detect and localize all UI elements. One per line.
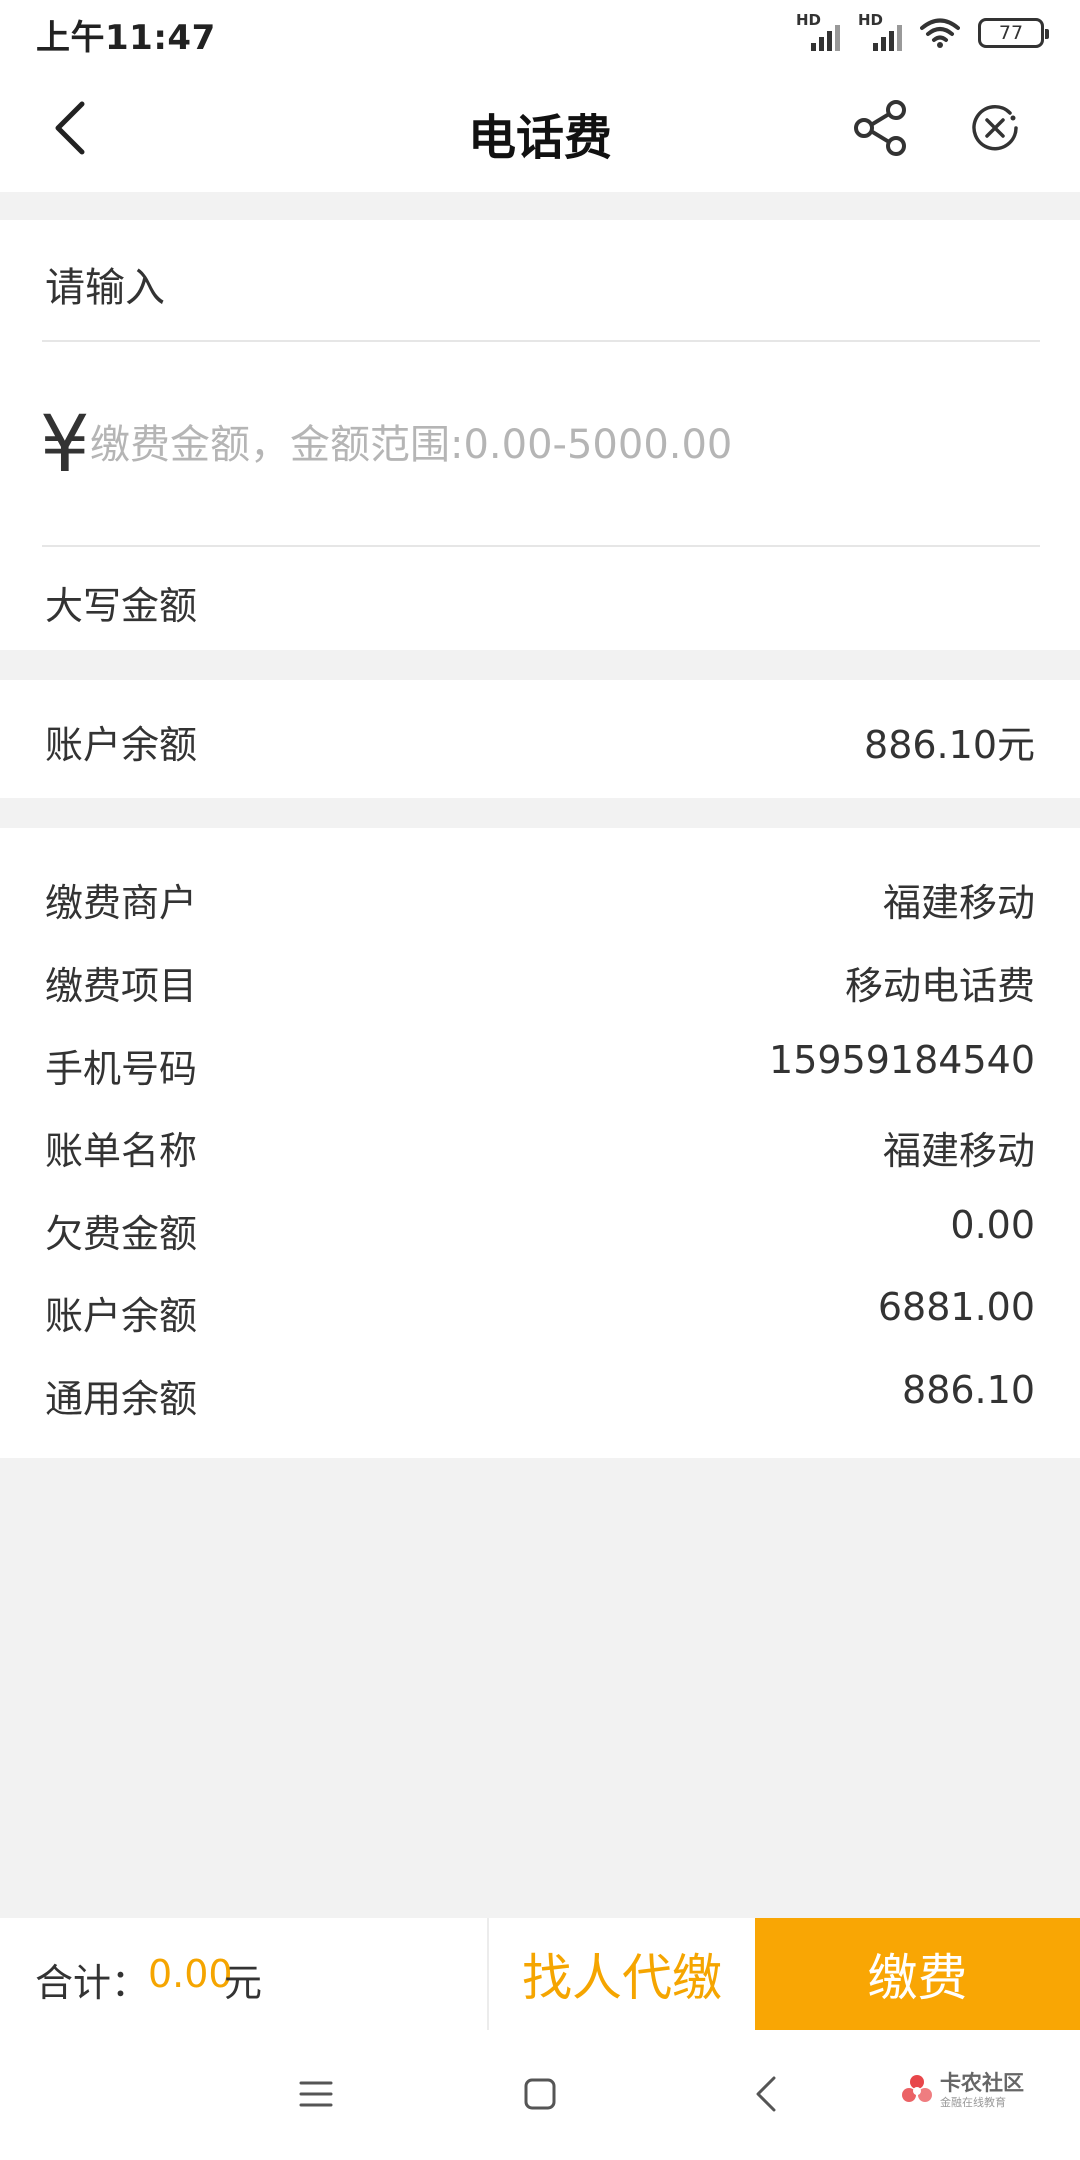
cellular-signal-icon: HD <box>858 11 902 51</box>
detail-value-general-balance: 886.10 <box>902 1368 1035 1412</box>
detail-value-item: 移动电话费 <box>844 964 1035 1008</box>
share-button[interactable] <box>840 88 920 168</box>
detail-value-phone: 15959184540 <box>769 1038 1035 1082</box>
home-button[interactable] <box>514 2068 566 2120</box>
detail-label-item: 缴费项目 <box>45 964 198 1008</box>
system-navigation-bar: 卡农社区 金融在线教育 <box>0 2030 1080 2160</box>
close-button[interactable] <box>955 88 1035 168</box>
detail-label-merchant: 缴费商户 <box>45 881 198 925</box>
watermark-title: 卡农社区 <box>940 2070 1024 2095</box>
account-balance-card: 账户余额 886.10元 <box>0 680 1080 798</box>
detail-value-arrears: 0.00 <box>950 1203 1035 1247</box>
input-section-title: 请输入 <box>45 265 165 311</box>
wifi-icon <box>920 18 960 48</box>
watermark-logo-icon <box>902 2075 932 2102</box>
watermark: 卡农社区 金融在线教育 <box>900 2060 1060 2120</box>
cellular-signal-icon: HD <box>796 11 840 51</box>
bottom-action-bar: 合计： 0.00 元 找人代缴 缴费 <box>0 1918 1080 2030</box>
status-time: 上午11:47 <box>36 18 216 58</box>
detail-value-bill-name: 福建移动 <box>882 1129 1035 1173</box>
total-unit: 元 <box>224 1961 263 2005</box>
pay-button[interactable]: 缴费 <box>755 1918 1080 2030</box>
detail-value-account-balance: 6881.00 <box>877 1285 1035 1329</box>
detail-label-arrears: 欠费金额 <box>45 1212 198 1256</box>
detail-label-bill-name: 账单名称 <box>45 1129 198 1173</box>
account-balance-value: 886.10元 <box>864 723 1035 767</box>
watermark-subtitle: 金融在线教育 <box>940 2095 1006 2109</box>
amount-input[interactable] <box>90 410 1030 480</box>
share-icon <box>854 100 906 156</box>
amount-input-card: 请输入 ¥ 大写金额 <box>0 220 1080 650</box>
proxy-pay-button[interactable]: 找人代缴 <box>487 1918 755 2030</box>
nav-bar: 电话费 <box>0 66 1080 192</box>
detail-label-account-balance: 账户余额 <box>45 1294 198 1338</box>
recent-apps-button[interactable] <box>290 2068 342 2120</box>
status-bar: 上午11:47 HD HD 77 <box>0 0 1080 66</box>
status-icons: HD HD 77 <box>796 10 1049 56</box>
close-circle-icon <box>972 105 1018 151</box>
menu-icon <box>299 2081 333 2107</box>
detail-value-merchant: 福建移动 <box>882 881 1035 925</box>
account-balance-label: 账户余额 <box>45 723 198 767</box>
home-square-icon <box>524 2078 556 2110</box>
total-label: 合计： <box>35 1961 150 2005</box>
back-button[interactable] <box>30 88 110 168</box>
divider <box>42 340 1040 342</box>
capital-amount-label: 大写金额 <box>45 584 198 628</box>
total-value: 0.00 <box>148 1952 233 1996</box>
yen-icon: ¥ <box>40 400 90 490</box>
payment-details-card: 缴费商户 福建移动 缴费项目 移动电话费 手机号码 15959184540 账单… <box>0 828 1080 1458</box>
chevron-left-icon <box>55 101 85 155</box>
system-back-button[interactable] <box>740 2068 792 2120</box>
detail-label-general-balance: 通用余额 <box>45 1377 198 1421</box>
divider <box>42 545 1040 547</box>
battery-icon: 77 <box>978 18 1049 48</box>
back-triangle-icon <box>756 2076 776 2112</box>
detail-label-phone: 手机号码 <box>45 1047 198 1091</box>
